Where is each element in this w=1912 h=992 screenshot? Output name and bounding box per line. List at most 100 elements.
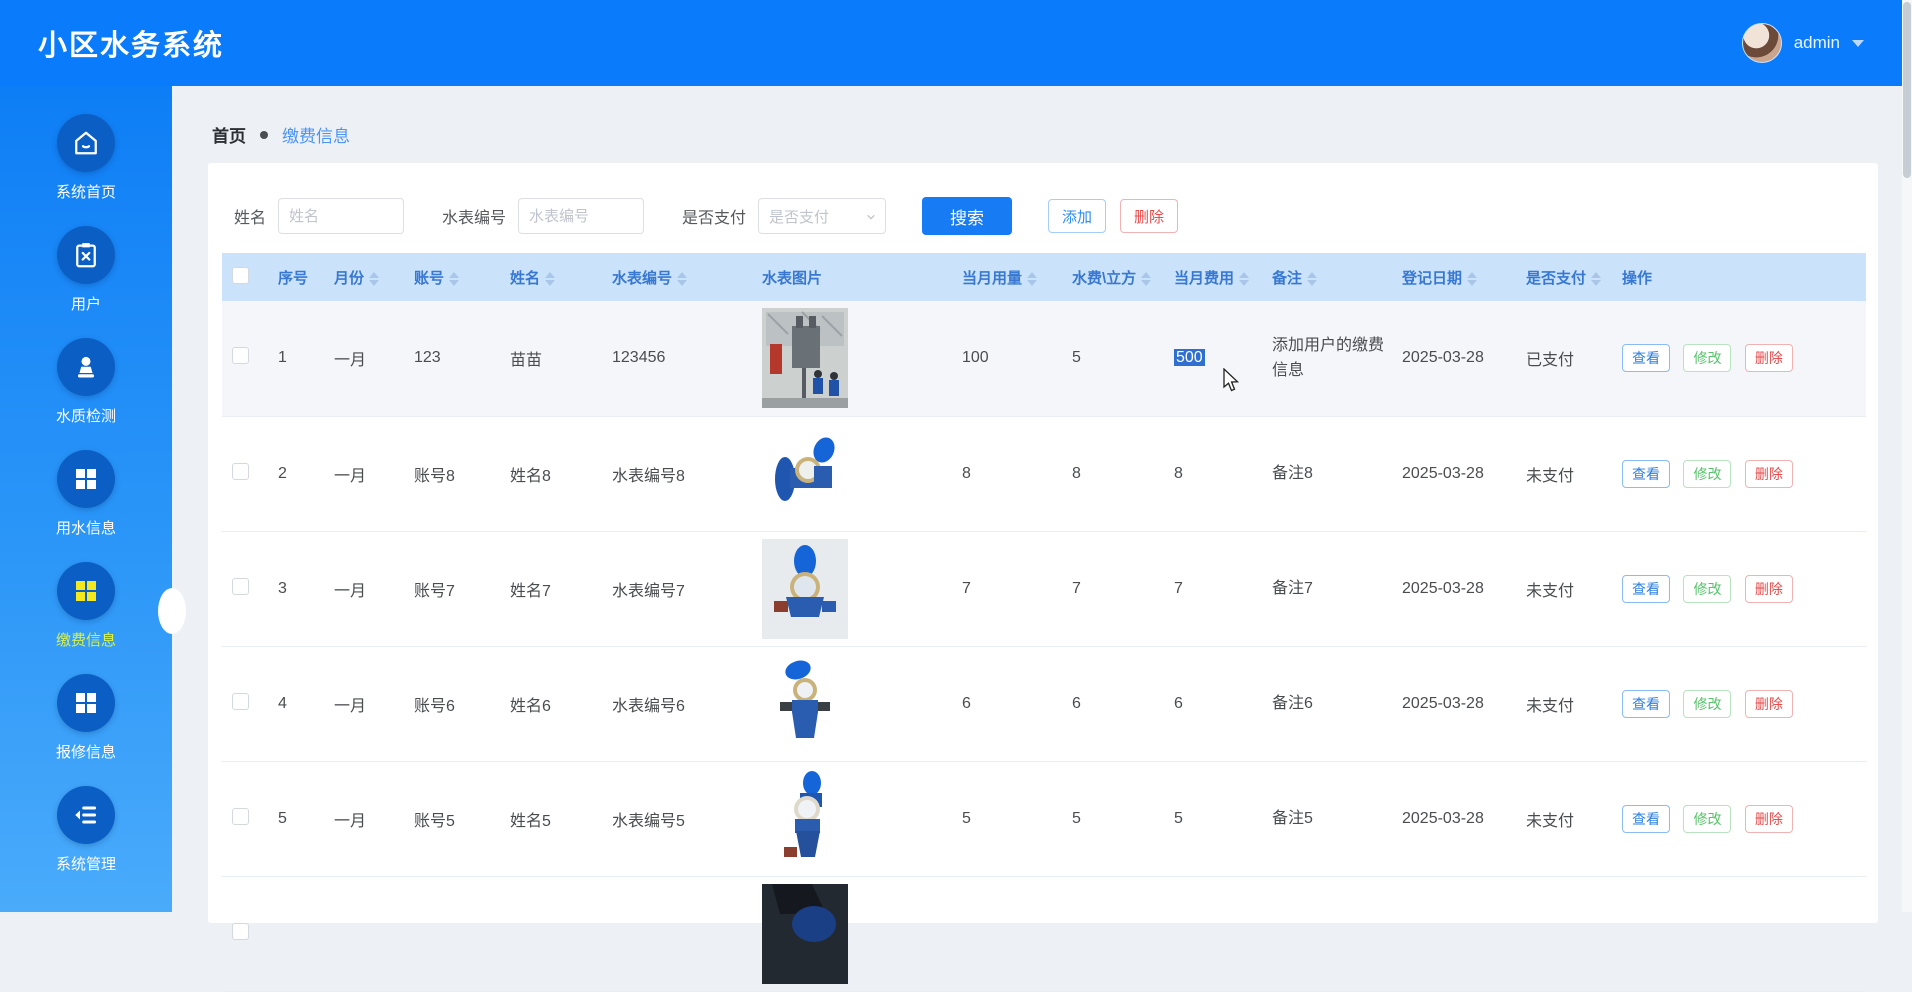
col-remark[interactable]: 备注 bbox=[1262, 253, 1392, 301]
edit-button[interactable]: 修改 bbox=[1683, 690, 1731, 718]
select-all-checkbox[interactable] bbox=[232, 267, 249, 284]
sort-icons[interactable] bbox=[369, 272, 379, 286]
cell-date: 2025-03-28 bbox=[1392, 531, 1516, 646]
view-button[interactable]: 查看 bbox=[1622, 575, 1670, 603]
sidebar-item-repair-info[interactable]: 报修信息 bbox=[0, 670, 172, 782]
cell-usage bbox=[952, 876, 1062, 991]
col-fee[interactable]: 当月费用 bbox=[1164, 253, 1262, 301]
sidebar-item-label: 用户 bbox=[71, 293, 101, 314]
sort-icons[interactable] bbox=[677, 272, 687, 286]
row-checkbox[interactable] bbox=[232, 347, 249, 364]
cell-name: 姓名7 bbox=[500, 531, 602, 646]
edit-button[interactable]: 修改 bbox=[1683, 575, 1731, 603]
cell-price: 6 bbox=[1062, 646, 1164, 761]
cell-paid bbox=[1516, 876, 1612, 991]
sort-icons[interactable] bbox=[449, 272, 459, 286]
search-button[interactable]: 搜索 bbox=[922, 197, 1012, 235]
selected-text: 500 bbox=[1174, 349, 1205, 366]
cell-price: 5 bbox=[1062, 301, 1164, 416]
meter-image-dark bbox=[762, 884, 848, 984]
col-price[interactable]: 水费\立方 bbox=[1062, 253, 1164, 301]
col-usage[interactable]: 当月用量 bbox=[952, 253, 1062, 301]
row-checkbox[interactable] bbox=[232, 578, 249, 595]
paid-filter-select[interactable]: 是否支付 bbox=[758, 198, 886, 234]
cell-fee: 500 bbox=[1164, 301, 1262, 416]
col-name[interactable]: 姓名 bbox=[500, 253, 602, 301]
col-date[interactable]: 登记日期 bbox=[1392, 253, 1516, 301]
sort-icons[interactable] bbox=[1467, 272, 1477, 286]
col-meter-no[interactable]: 水表编号 bbox=[602, 253, 752, 301]
col-no: 序号 bbox=[268, 253, 324, 301]
payment-info-panel: 姓名 水表编号 是否支付 是否支付 搜索 添加 删除 bbox=[208, 163, 1878, 923]
col-account[interactable]: 账号 bbox=[404, 253, 500, 301]
sidebar-item-water-quality[interactable]: 水质检测 bbox=[0, 334, 172, 446]
delete-row-button[interactable]: 删除 bbox=[1745, 690, 1793, 718]
table-row: 3 一月 账号7 姓名7 水表编号7 bbox=[222, 531, 1866, 646]
sidebar-item-label: 报修信息 bbox=[56, 741, 116, 762]
breadcrumb: 首页 缴费信息 bbox=[172, 86, 1902, 147]
delete-button[interactable]: 删除 bbox=[1120, 199, 1178, 233]
cell-remark: 备注7 bbox=[1262, 531, 1392, 646]
row-checkbox[interactable] bbox=[232, 693, 249, 710]
sidebar-item-home[interactable]: 系统首页 bbox=[0, 110, 172, 222]
breadcrumb-current[interactable]: 缴费信息 bbox=[282, 122, 350, 147]
cell-fee: 8 bbox=[1164, 416, 1262, 531]
vertical-scrollbar bbox=[1902, 0, 1912, 912]
sidebar-item-water-usage[interactable]: 用水信息 bbox=[0, 446, 172, 558]
breadcrumb-separator-dot bbox=[260, 131, 268, 139]
scrollbar-thumb[interactable] bbox=[1903, 2, 1911, 178]
cell-meter-no: 水表编号7 bbox=[602, 531, 752, 646]
sort-icons[interactable] bbox=[1307, 272, 1317, 286]
avatar[interactable] bbox=[1742, 23, 1782, 63]
grid-icon bbox=[57, 562, 115, 620]
sort-icons[interactable] bbox=[545, 272, 555, 286]
sort-icons[interactable] bbox=[1591, 272, 1601, 286]
table-row-partial bbox=[222, 876, 1866, 991]
cell-account: 123 bbox=[404, 301, 500, 416]
name-filter-input[interactable] bbox=[278, 198, 404, 234]
delete-row-button[interactable]: 删除 bbox=[1745, 460, 1793, 488]
cell-account: 账号5 bbox=[404, 761, 500, 876]
add-button[interactable]: 添加 bbox=[1048, 199, 1106, 233]
select-all-checkbox-cell bbox=[222, 253, 268, 301]
cell-meter-no: 水表编号6 bbox=[602, 646, 752, 761]
view-button[interactable]: 查看 bbox=[1622, 460, 1670, 488]
col-month[interactable]: 月份 bbox=[324, 253, 404, 301]
app-header: 小区水务系统 admin bbox=[0, 0, 1912, 86]
delete-row-button[interactable]: 删除 bbox=[1745, 805, 1793, 833]
payment-table: 序号 月份 账号 姓名 水表编号 水表图片 当月用量 水费\立方 当月费用 备注… bbox=[222, 253, 1866, 992]
home-icon bbox=[57, 114, 115, 172]
view-button[interactable]: 查看 bbox=[1622, 344, 1670, 372]
meter-image bbox=[762, 654, 848, 754]
sidebar-item-system-admin[interactable]: 系统管理 bbox=[0, 782, 172, 894]
sidebar-item-users[interactable]: 用户 bbox=[0, 222, 172, 334]
edit-button[interactable]: 修改 bbox=[1683, 344, 1731, 372]
grid-icon bbox=[57, 674, 115, 732]
sidebar-item-payment-info[interactable]: 缴费信息 bbox=[0, 558, 172, 670]
row-checkbox[interactable] bbox=[232, 808, 249, 825]
sort-icons[interactable] bbox=[1141, 272, 1151, 286]
edit-button[interactable]: 修改 bbox=[1683, 805, 1731, 833]
clipboard-x-icon bbox=[57, 226, 115, 284]
row-checkbox[interactable] bbox=[232, 923, 249, 940]
sidebar-item-label: 用水信息 bbox=[56, 517, 116, 538]
delete-row-button[interactable]: 删除 bbox=[1745, 575, 1793, 603]
meter-filter-input[interactable] bbox=[518, 198, 644, 234]
edit-button[interactable]: 修改 bbox=[1683, 460, 1731, 488]
row-checkbox[interactable] bbox=[232, 463, 249, 480]
cell-price: 5 bbox=[1062, 761, 1164, 876]
delete-row-button[interactable]: 删除 bbox=[1745, 344, 1793, 372]
sort-icons[interactable] bbox=[1027, 272, 1037, 286]
cell-date: 2025-03-28 bbox=[1392, 646, 1516, 761]
meter-image-industrial bbox=[762, 308, 848, 408]
sidebar-item-label: 系统首页 bbox=[56, 181, 116, 202]
user-menu[interactable]: admin bbox=[1742, 23, 1864, 63]
sort-icons[interactable] bbox=[1239, 272, 1249, 286]
cell-account bbox=[404, 876, 500, 991]
view-button[interactable]: 查看 bbox=[1622, 690, 1670, 718]
view-button[interactable]: 查看 bbox=[1622, 805, 1670, 833]
col-paid[interactable]: 是否支付 bbox=[1516, 253, 1612, 301]
paid-filter-label: 是否支付 bbox=[682, 204, 746, 228]
grid-icon bbox=[57, 450, 115, 508]
cell-remark bbox=[1262, 876, 1392, 991]
